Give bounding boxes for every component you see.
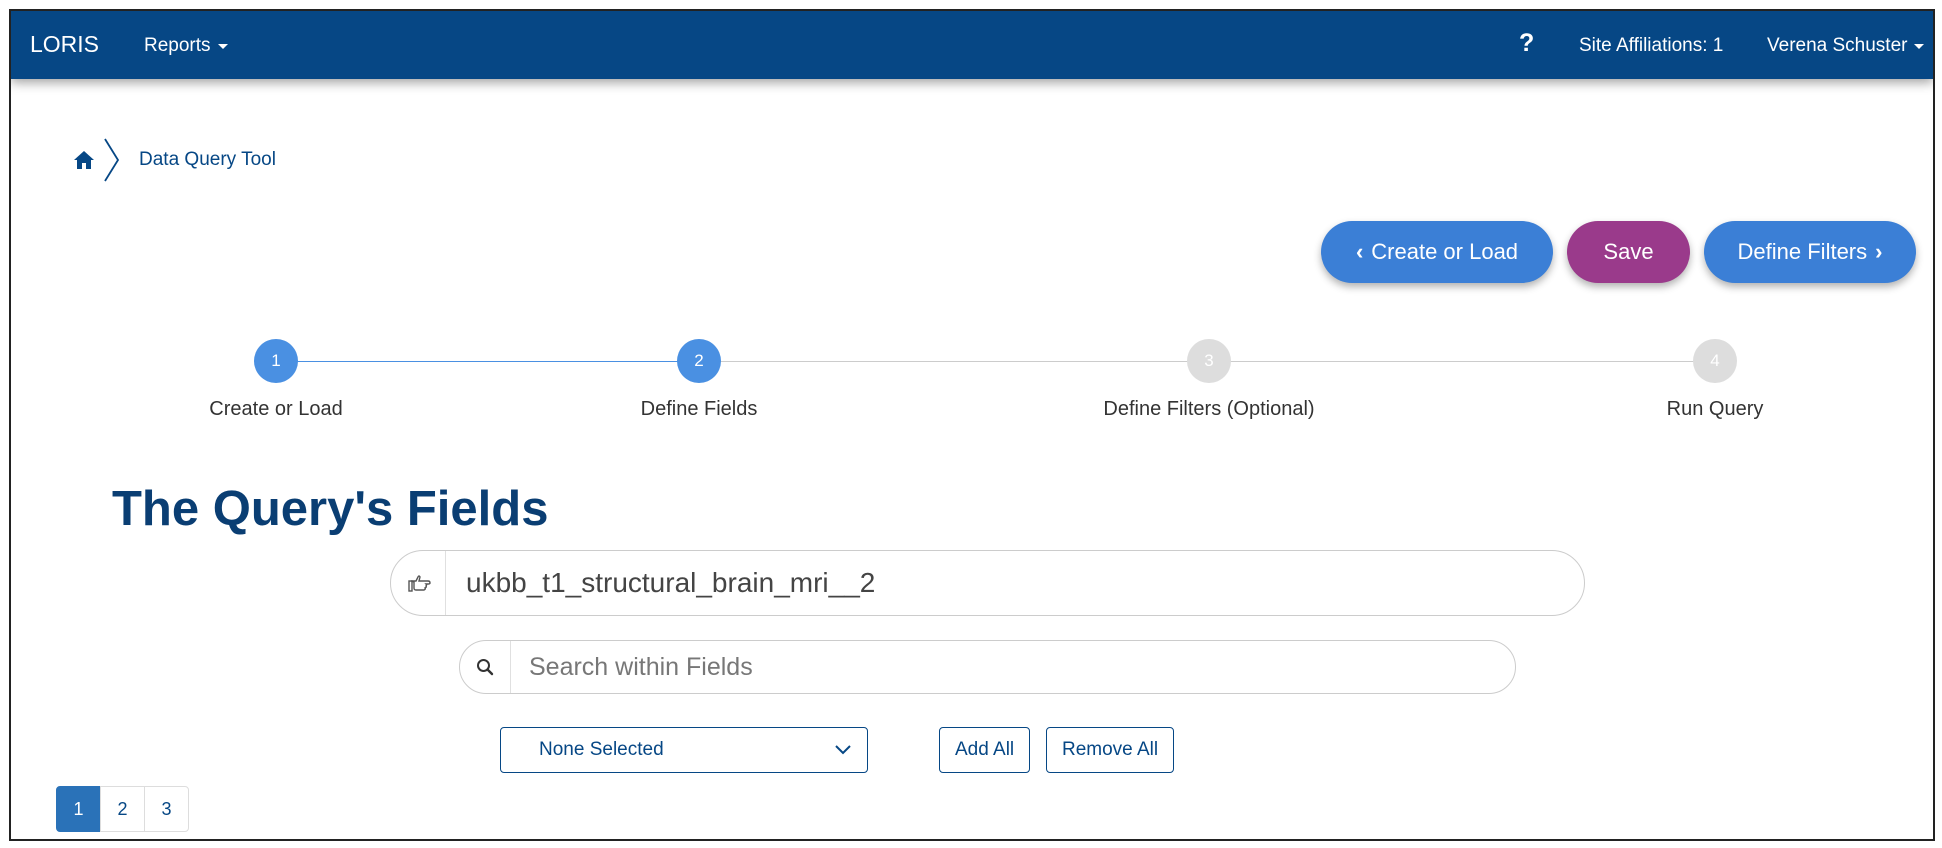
visit-select[interactable]: None Selected xyxy=(500,727,868,773)
add-all-button[interactable]: Add All xyxy=(939,727,1031,773)
breadcrumb-current[interactable]: Data Query Tool xyxy=(139,149,276,171)
step-4-label: Run Query xyxy=(1666,398,1764,420)
chevron-right-icon: › xyxy=(1875,239,1883,264)
search-input[interactable] xyxy=(527,651,1431,683)
field-category-value: ukbb_t1_structural_brain_mri__2 xyxy=(466,567,876,598)
reports-menu[interactable]: Reports xyxy=(144,35,228,57)
step-1-label: Create or Load xyxy=(209,398,343,420)
save-label: Save xyxy=(1603,239,1654,264)
caret-down-icon xyxy=(1914,43,1925,49)
fields-search xyxy=(459,640,1516,694)
page-1-button[interactable]: 1 xyxy=(56,786,101,832)
user-menu[interactable]: Verena Schuster xyxy=(1767,35,1925,57)
brand-logo[interactable]: LORIS xyxy=(30,31,99,58)
home-icon[interactable] xyxy=(73,149,95,171)
save-button[interactable]: Save xyxy=(1567,221,1690,283)
caret-down-icon xyxy=(217,43,228,49)
step-3-circle[interactable]: 3 xyxy=(1187,339,1231,383)
breadcrumb: Data Query Tool xyxy=(73,137,276,183)
page-title: The Query's Fields xyxy=(112,482,549,536)
pagination: 1 2 3 xyxy=(56,786,189,832)
stepper-connector xyxy=(276,361,707,362)
field-category-select[interactable]: ukbb_t1_structural_brain_mri__2 xyxy=(390,550,1585,616)
step-4-circle[interactable]: 4 xyxy=(1693,339,1737,383)
define-filters-button[interactable]: Define Filters › xyxy=(1704,221,1916,283)
chevron-left-icon: ‹ xyxy=(1355,239,1364,264)
field-selector-divider xyxy=(445,551,446,615)
create-or-load-button[interactable]: ‹ Create or Load xyxy=(1321,221,1553,283)
user-name: Verena Schuster xyxy=(1767,35,1908,56)
top-navbar: LORIS Reports ? Site Affiliations: 1 Ver… xyxy=(11,11,1933,79)
site-affiliations[interactable]: Site Affiliations: 1 xyxy=(1579,35,1723,57)
page-3-button[interactable]: 3 xyxy=(144,786,189,832)
step-3-label: Define Filters (Optional) xyxy=(1103,398,1315,420)
help-button[interactable]: ? xyxy=(1519,29,1534,58)
visit-select-value: None Selected xyxy=(539,739,664,760)
remove-all-button[interactable]: Remove All xyxy=(1046,727,1175,773)
reports-menu-label: Reports xyxy=(144,35,211,56)
define-filters-label: Define Filters xyxy=(1737,239,1868,264)
search-divider xyxy=(510,641,511,693)
page-2-button[interactable]: 2 xyxy=(100,786,145,832)
step-2-label: Define Fields xyxy=(640,398,758,420)
step-2-circle[interactable]: 2 xyxy=(677,339,721,383)
search-icon xyxy=(460,658,510,676)
chevron-down-icon xyxy=(835,745,851,755)
hand-pointer-icon xyxy=(395,573,445,593)
app-window: LORIS Reports ? Site Affiliations: 1 Ver… xyxy=(9,9,1935,841)
create-or-load-label: Create or Load xyxy=(1371,239,1519,264)
breadcrumb-separator-icon xyxy=(104,138,120,182)
step-1-circle[interactable]: 1 xyxy=(254,339,298,383)
